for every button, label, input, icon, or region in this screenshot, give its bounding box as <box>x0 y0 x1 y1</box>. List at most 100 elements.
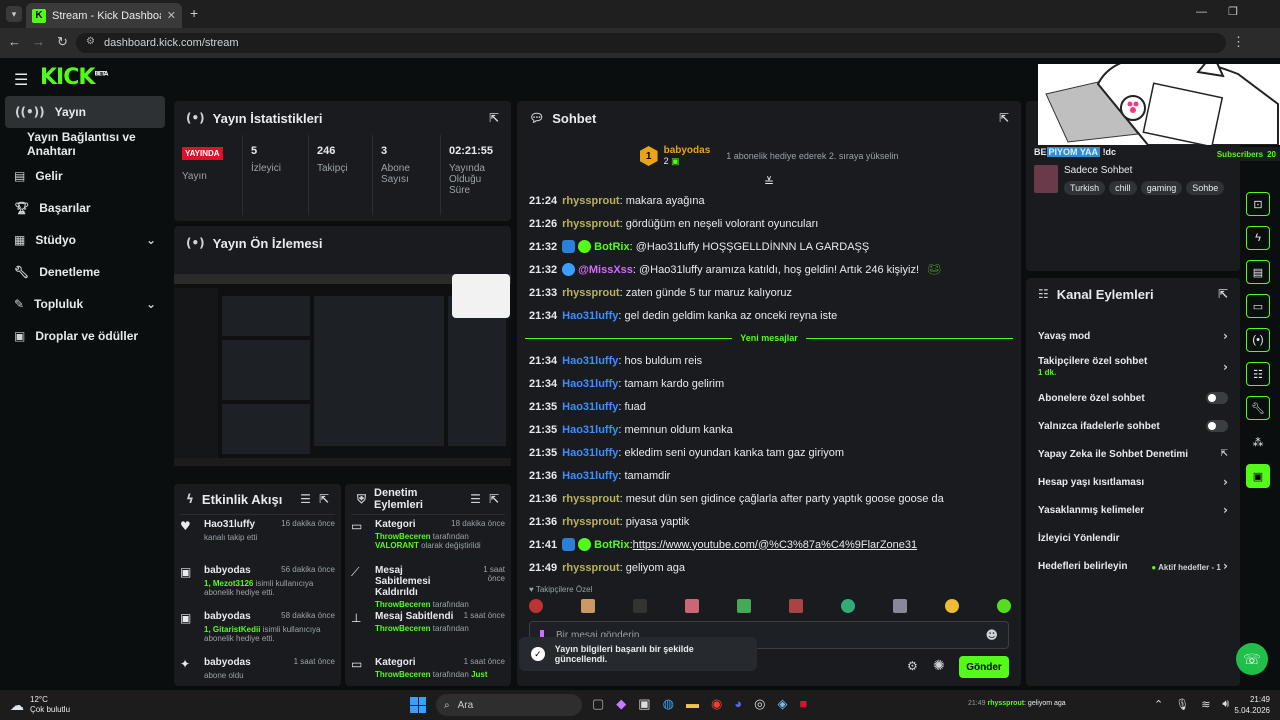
rail-chat-button[interactable]: ▭ <box>1246 294 1270 318</box>
sidebar-item-yayin[interactable]: ((•)) Yayın <box>5 96 165 128</box>
emote-icon[interactable] <box>581 599 595 613</box>
stream-stats-header: (•) Yayın İstatistikleri ⇱ <box>174 101 511 135</box>
site-info-icon[interactable]: ⚙ <box>86 36 95 47</box>
tab-list-button[interactable]: ▾ <box>6 6 22 22</box>
feed-item: ▣ babyodas 58 dakika önce 1, GitaristKedi… <box>174 607 341 653</box>
emote-icon[interactable] <box>841 599 855 613</box>
settings-icon[interactable]: ⚙ <box>907 659 918 673</box>
tag[interactable]: chill <box>1109 181 1137 195</box>
popout-icon[interactable]: ⇱ <box>489 111 499 125</box>
chat-message: 21:49 rhyssprout: geliyom aga <box>529 561 686 574</box>
emote-icon[interactable] <box>997 599 1011 613</box>
action-set-goals[interactable]: Hedefleri belirleyin ● Aktif hedefler - 1… <box>1026 552 1240 580</box>
sidebar-item-basarilar[interactable]: 🏆︎ Başarılar <box>0 192 170 224</box>
collapse-icon[interactable]: ≚ <box>517 176 1021 188</box>
discord-icon[interactable]: ◕ <box>734 696 742 712</box>
maximize-icon[interactable]: ❐ <box>1228 5 1238 18</box>
windows-start-icon[interactable] <box>410 697 426 713</box>
emote-icon[interactable] <box>737 599 751 613</box>
chrome-icon[interactable]: ◉ <box>711 696 722 712</box>
emote-icon[interactable] <box>685 599 699 613</box>
send-button[interactable]: Gönder <box>959 656 1009 678</box>
mic-icon[interactable]: 🎙︎ <box>1175 698 1189 711</box>
filter-icon[interactable]: ☰ <box>300 492 311 506</box>
sidebar-item-denetleme[interactable]: 🔧︎ Denetleme <box>0 256 170 288</box>
emote-icon[interactable] <box>789 599 803 613</box>
rail-lightning-button[interactable]: ϟ <box>1246 226 1270 250</box>
popout-icon[interactable]: ⇱ <box>319 492 329 506</box>
stream-stats-panel: (•) Yayın İstatistikleri ⇱ YAYINDA Yayın… <box>174 101 511 221</box>
action-emote-only[interactable]: Yalnızca ifadelerle sohbet <box>1026 412 1240 440</box>
action-account-age[interactable]: Hesap yaşı kısıtlaması › <box>1026 468 1240 496</box>
rail-app-button[interactable]: ▣ <box>1246 464 1270 488</box>
forward-arrow-icon[interactable]: → <box>32 34 45 49</box>
stream-preview-video[interactable] <box>174 274 511 466</box>
steam-icon[interactable]: ◈ <box>777 696 787 712</box>
support-chat-button[interactable]: ☏ <box>1236 643 1268 675</box>
new-tab-button[interactable]: + <box>190 5 198 21</box>
copilot-icon[interactable]: ◆ <box>616 696 626 712</box>
rail-wrench-button[interactable]: 🔧︎ <box>1246 396 1270 420</box>
sidebar-item-droplar[interactable]: ▣ Droplar ve ödüller <box>0 320 170 352</box>
action-banned-words[interactable]: Yasaklanmış kelimeler › <box>1026 496 1240 524</box>
chevron-down-icon[interactable]: ⌄ <box>146 297 156 311</box>
chevron-down-icon[interactable]: ⌄ <box>146 233 156 247</box>
explorer-icon[interactable]: ▬ <box>686 696 699 712</box>
rail-broadcast-button[interactable]: (•) <box>1246 328 1270 352</box>
taskbar-search[interactable]: ⌕ Ara <box>436 694 582 716</box>
app-icon[interactable]: ■ <box>799 696 807 712</box>
rail-camera-button[interactable]: ⊡ <box>1246 192 1270 216</box>
chat-message: 21:32 BotRix: @Hao31luffy HOŞŞGELLDİNNN L… <box>529 240 870 253</box>
emoji-icon[interactable]: ☻ <box>985 628 998 642</box>
emote-icon[interactable] <box>529 599 543 613</box>
close-tab-icon[interactable]: ✕ <box>167 9 176 22</box>
rail-page-button[interactable]: ▤ <box>1246 260 1270 284</box>
emote-only-toggle[interactable] <box>1206 420 1228 432</box>
popout-icon[interactable]: ⇱ <box>489 492 499 506</box>
bot-badge-icon <box>562 538 576 551</box>
url-field[interactable]: ⚙ dashboard.kick.com/stream <box>76 33 1226 53</box>
chat-message: 21:35 Hao31luffy: ekledim seni oyundan ka… <box>529 446 845 459</box>
weather-widget[interactable]: ☁ 12°C Çok bulutlu <box>10 695 70 715</box>
browser-tab[interactable]: K Stream - Kick Dashboard ✕ <box>26 3 182 28</box>
emote-icon[interactable] <box>945 599 959 613</box>
tray-chevron-icon[interactable]: ⌃ <box>1154 698 1163 711</box>
clock[interactable]: 21:49 5.04.2026 <box>1230 694 1270 716</box>
tag[interactable]: Turkish <box>1064 181 1106 195</box>
tag[interactable]: Sohbe <box>1186 181 1225 195</box>
action-host-viewers[interactable]: İzleyici Yönlendir <box>1026 524 1240 552</box>
sidebar-item-studyo[interactable]: ▦ Stüdyo ⌄ <box>0 224 170 256</box>
action-followers-only[interactable]: Takipçilere özel sohbet 1 dk. › <box>1026 350 1240 384</box>
popout-icon[interactable]: ⇱ <box>999 111 1009 125</box>
store-icon[interactable]: ▣ <box>638 696 650 712</box>
rail-actions-button[interactable]: ☷ <box>1246 362 1270 386</box>
edge-icon[interactable]: ◍ <box>663 696 674 712</box>
task-view-icon[interactable]: ▢ <box>592 696 604 712</box>
action-ai-moderation[interactable]: Yapay Zeka ile Sohbet Denetimi ⇱ <box>1026 440 1240 468</box>
action-slow-mode[interactable]: Yavaş mod › <box>1026 322 1240 350</box>
chat-link[interactable]: https://www.youtube.com/@%C3%87a%C4%9Fla… <box>633 539 917 551</box>
gift-leaderboard[interactable]: 1 babyodas 2 ▣ 1 abonelik hediye ederek … <box>517 135 1021 177</box>
subscribers-only-toggle[interactable] <box>1206 392 1228 404</box>
reload-icon[interactable]: ↻ <box>57 34 68 50</box>
browser-menu-icon[interactable]: ⋮ <box>1232 34 1245 50</box>
hamburger-menu-icon[interactable]: ☰ <box>14 70 28 90</box>
windows-taskbar: ☁ 12°C Çok bulutlu ⌕ Ara ▢ ◆ ▣ ◍ ▬ ◉ ◕ ◎ ◈… <box>0 690 1280 720</box>
volume-icon[interactable]: 🔊︎ <box>1222 698 1229 711</box>
obs-icon[interactable]: ◎ <box>754 696 765 712</box>
sidebar-item-topluluk[interactable]: ✎ Topluluk ⌄ <box>0 288 170 320</box>
back-arrow-icon[interactable]: ← <box>8 34 21 49</box>
sidebar-item-stream-key[interactable]: Yayın Bağlantısı ve Anahtarı <box>0 128 170 160</box>
popout-icon[interactable]: ⇱ <box>1218 287 1228 301</box>
emote-picker-icon[interactable]: ✺ <box>933 658 945 674</box>
emote-icon[interactable] <box>633 599 647 613</box>
action-subscribers-only[interactable]: Abonelere özel sohbet <box>1026 384 1240 412</box>
filter-icon[interactable]: ☰ <box>470 492 481 506</box>
emote-icon[interactable] <box>893 599 907 613</box>
rail-more-button[interactable]: ⁂ <box>1246 430 1270 454</box>
minimize-icon[interactable]: — <box>1196 6 1207 18</box>
tag[interactable]: gaming <box>1140 181 1183 195</box>
wifi-icon[interactable]: ≋ <box>1201 698 1210 711</box>
kick-logo[interactable]: KICKBETA <box>40 65 108 90</box>
sidebar-item-gelir[interactable]: ▤ Gelir <box>0 160 170 192</box>
